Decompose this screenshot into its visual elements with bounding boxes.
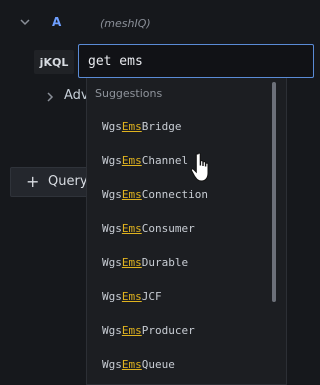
query-input-value[interactable]: get ems <box>88 54 143 69</box>
suggestion-match: Ems <box>121 256 142 269</box>
add-query-button[interactable]: + Query <box>10 167 90 197</box>
suggestion-prefix: Wgs <box>102 290 122 303</box>
language-label: jKQL <box>34 50 74 74</box>
query-input[interactable]: get ems <box>78 44 314 78</box>
suggestion-item[interactable]: WgsEmsJCF <box>102 290 162 303</box>
suggestion-match: Ems <box>121 358 142 371</box>
editor-right-edge <box>287 78 310 385</box>
suggestion-suffix: Consumer <box>141 222 195 235</box>
suggestion-suffix: Bridge <box>141 120 182 133</box>
suggestion-suffix: Connection <box>141 188 208 201</box>
suggestion-prefix: Wgs <box>102 188 122 201</box>
plus-icon: + <box>26 172 40 191</box>
suggestion-prefix: Wgs <box>102 154 122 167</box>
add-query-label: Query <box>48 174 88 189</box>
suggestion-item[interactable]: WgsEmsChannel <box>102 154 188 167</box>
chevron-down-icon[interactable] <box>19 16 31 28</box>
suggestion-item[interactable]: WgsEmsQueue <box>102 358 175 371</box>
suggestion-prefix: Wgs <box>102 324 122 337</box>
suggestion-item[interactable]: WgsEmsProducer <box>102 324 195 337</box>
suggestion-suffix: Channel <box>141 154 189 167</box>
suggestion-prefix: Wgs <box>102 120 122 133</box>
suggestions-scrollbar[interactable] <box>272 82 276 302</box>
suggestion-match: Ems <box>121 290 142 303</box>
suggestion-suffix: JCF <box>141 290 162 303</box>
suggestion-match: Ems <box>121 120 142 133</box>
datasource-name: (meshIQ) <box>100 17 151 30</box>
suggestion-match: Ems <box>121 324 142 337</box>
suggestion-match: Ems <box>121 154 142 167</box>
suggestion-item[interactable]: WgsEmsConnection <box>102 188 208 201</box>
advanced-options-label: Adv <box>64 88 89 103</box>
suggestion-item[interactable]: WgsEmsBridge <box>102 120 182 133</box>
query-ref-letter[interactable]: A <box>52 15 61 29</box>
suggestion-prefix: Wgs <box>102 358 122 371</box>
suggestions-header: Suggestions <box>95 87 163 100</box>
suggestion-prefix: Wgs <box>102 256 122 269</box>
chevron-right-icon[interactable] <box>46 92 54 102</box>
suggestions-dropdown[interactable]: Suggestions WgsEmsBridge WgsEmsChannel Wgs… <box>86 78 287 385</box>
suggestion-match: Ems <box>121 222 142 235</box>
suggestion-prefix: Wgs <box>102 222 122 235</box>
suggestion-suffix: Producer <box>141 324 195 337</box>
suggestion-item[interactable]: WgsEmsConsumer <box>102 222 195 235</box>
suggestion-suffix: Queue <box>141 358 175 371</box>
language-label-text: jKQL <box>39 55 69 69</box>
query-row-a[interactable]: A (meshIQ) <box>0 10 310 38</box>
suggestion-item[interactable]: WgsEmsDurable <box>102 256 188 269</box>
suggestion-suffix: Durable <box>141 256 189 269</box>
suggestion-match: Ems <box>121 188 142 201</box>
hand-cursor-icon <box>190 152 209 182</box>
